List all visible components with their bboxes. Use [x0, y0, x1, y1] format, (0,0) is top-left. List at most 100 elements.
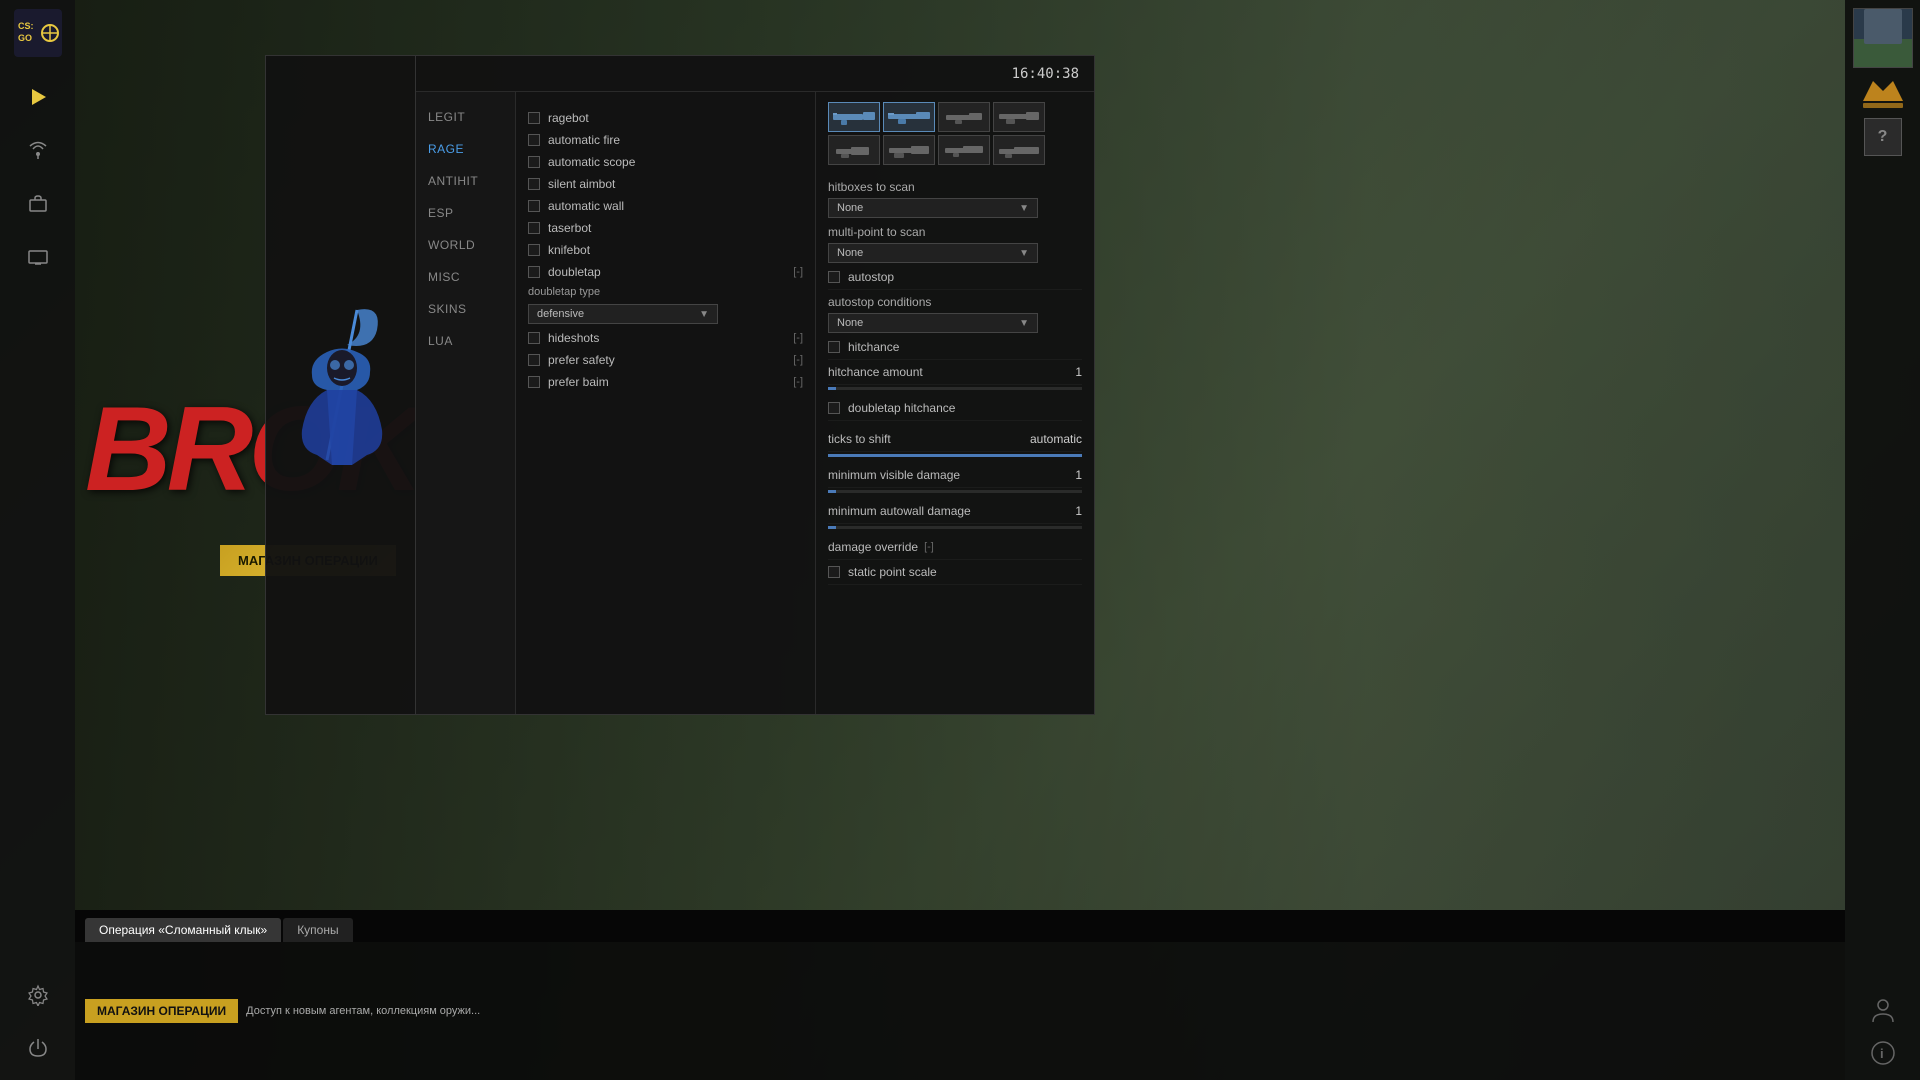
- info-icon[interactable]: i: [1864, 1034, 1902, 1072]
- min-autowall-damage-row: minimum autowall damage 1: [828, 499, 1082, 524]
- settings-button[interactable]: [14, 971, 62, 1019]
- auto-scope-row: automatic scope: [528, 151, 803, 173]
- nav-legit[interactable]: LEGIT: [416, 102, 515, 132]
- auto-scope-checkbox[interactable]: [528, 156, 540, 168]
- reaper-panel: [265, 55, 417, 715]
- hack-panel: 16:40:38 LEGIT RAGE ANTIHIT ESP WORLD MI…: [415, 55, 1095, 715]
- hitchance-row: hitchance: [828, 335, 1082, 360]
- nav-esp[interactable]: ESP: [416, 198, 515, 228]
- prefer-baim-checkbox[interactable]: [528, 376, 540, 388]
- prefer-baim-shortcut[interactable]: [-]: [793, 376, 803, 388]
- ticks-shift-slider-fill: [828, 454, 1082, 457]
- auto-wall-checkbox[interactable]: [528, 200, 540, 212]
- prefer-safety-checkbox[interactable]: [528, 354, 540, 366]
- silent-aimbot-checkbox[interactable]: [528, 178, 540, 190]
- doubletap-type-value: defensive: [537, 308, 584, 320]
- knifebot-checkbox[interactable]: [528, 244, 540, 256]
- ragebot-label: ragebot: [548, 111, 589, 125]
- play-button[interactable]: [14, 73, 62, 121]
- hideshots-checkbox[interactable]: [528, 332, 540, 344]
- knifebot-label: knifebot: [548, 243, 590, 257]
- doubletap-type-dropdown[interactable]: defensive ▼: [528, 304, 718, 324]
- multipoint-arrow-icon: ▼: [1019, 248, 1029, 259]
- hitchance-label: hitchance: [848, 340, 899, 354]
- auto-fire-row: automatic fire: [528, 129, 803, 151]
- prefer-safety-shortcut[interactable]: [-]: [793, 354, 803, 366]
- right-scroll: hitboxes to scan None ▼ multi-point to s…: [828, 102, 1082, 704]
- time-display: 16:40:38: [1012, 66, 1079, 82]
- ragebot-checkbox[interactable]: [528, 112, 540, 124]
- taserbot-label: taserbot: [548, 221, 591, 235]
- person-icon[interactable]: [1864, 991, 1902, 1029]
- doubletap-hitchance-row: doubletap hitchance: [828, 396, 1082, 421]
- nav-antihit[interactable]: ANTIHIT: [416, 166, 515, 196]
- nav-lua[interactable]: LUA: [416, 326, 515, 356]
- hitboxes-dropdown[interactable]: None ▼: [828, 198, 1038, 218]
- nav-world[interactable]: WORLD: [416, 230, 515, 260]
- min-autowall-damage-value: 1: [1075, 504, 1082, 518]
- left-sidebar: CS: GO: [0, 0, 75, 1080]
- doubletap-shortcut[interactable]: [-]: [793, 266, 803, 278]
- nav-misc[interactable]: MISC: [416, 262, 515, 292]
- autostop-checkbox[interactable]: [828, 271, 840, 283]
- nav-rage[interactable]: RAGE: [416, 134, 515, 164]
- hitboxes-label: hitboxes to scan: [828, 175, 1082, 196]
- tab-coupons[interactable]: Купоны: [283, 918, 352, 942]
- csgo-logo[interactable]: CS: GO: [13, 8, 63, 58]
- bottom-tabs: Операция «Сломанный клык» Купоны: [75, 910, 1845, 942]
- prefer-safety-label: prefer safety: [548, 353, 615, 367]
- multipoint-value: None: [837, 247, 863, 259]
- antenna-button[interactable]: [14, 126, 62, 174]
- weapon-icon-8[interactable]: [993, 135, 1045, 165]
- hitchance-slider[interactable]: [828, 387, 1082, 390]
- auto-fire-label: automatic fire: [548, 133, 620, 147]
- taserbot-checkbox[interactable]: [528, 222, 540, 234]
- hitchance-slider-fill: [828, 387, 836, 390]
- tab-operation[interactable]: Операция «Сломанный клык»: [85, 918, 281, 942]
- weapon-icon-6[interactable]: [883, 135, 935, 165]
- avatar[interactable]: [1853, 8, 1913, 68]
- min-visible-damage-fill: [828, 490, 836, 493]
- doubletap-hitchance-checkbox[interactable]: [828, 402, 840, 414]
- autostop-conditions-value: None: [837, 317, 863, 329]
- damage-override-shortcut[interactable]: [-]: [924, 541, 934, 553]
- static-point-row: static point scale: [828, 560, 1082, 585]
- weapon-icon-3[interactable]: [938, 102, 990, 132]
- min-autowall-damage-slider[interactable]: [828, 526, 1082, 529]
- hideshots-label: hideshots: [548, 331, 599, 345]
- hitboxes-arrow-icon: ▼: [1019, 203, 1029, 214]
- shop-banner[interactable]: МАГАЗИН ОПЕРАЦИИ: [85, 999, 238, 1023]
- tv-button[interactable]: [14, 232, 62, 280]
- static-point-checkbox[interactable]: [828, 566, 840, 578]
- hitchance-amount-value: 1: [1075, 365, 1082, 379]
- nav-skins[interactable]: SKINS: [416, 294, 515, 324]
- hitchance-checkbox[interactable]: [828, 341, 840, 353]
- autostop-conditions-dropdown[interactable]: None ▼: [828, 313, 1038, 333]
- doubletap-row: doubletap [-]: [528, 261, 803, 283]
- hitchance-amount-label: hitchance amount: [828, 365, 923, 379]
- briefcase-button[interactable]: [14, 179, 62, 227]
- weapon-icon-2[interactable]: [883, 102, 935, 132]
- ticks-shift-label: ticks to shift: [828, 432, 891, 446]
- multipoint-dropdown[interactable]: None ▼: [828, 243, 1038, 263]
- power-button[interactable]: [14, 1024, 62, 1072]
- question-badge[interactable]: ?: [1864, 118, 1902, 156]
- svg-text:GO: GO: [18, 33, 32, 43]
- weapon-icon-7[interactable]: [938, 135, 990, 165]
- knifebot-row: knifebot: [528, 239, 803, 261]
- rank-icon[interactable]: [1858, 73, 1908, 113]
- auto-fire-checkbox[interactable]: [528, 134, 540, 146]
- svg-text:CS:: CS:: [18, 21, 34, 31]
- silent-aimbot-row: silent aimbot: [528, 173, 803, 195]
- ticks-shift-slider[interactable]: [828, 454, 1082, 457]
- min-visible-damage-value: 1: [1075, 468, 1082, 482]
- weapon-icon-5[interactable]: [828, 135, 880, 165]
- doubletap-checkbox[interactable]: [528, 266, 540, 278]
- weapon-icon-4[interactable]: [993, 102, 1045, 132]
- hideshots-shortcut[interactable]: [-]: [793, 332, 803, 344]
- ragebot-row: ragebot: [528, 107, 803, 129]
- weapon-icon-1[interactable]: [828, 102, 880, 132]
- min-visible-damage-label: minimum visible damage: [828, 468, 960, 482]
- prefer-baim-row: prefer baim [-]: [528, 371, 803, 393]
- min-visible-damage-slider[interactable]: [828, 490, 1082, 493]
